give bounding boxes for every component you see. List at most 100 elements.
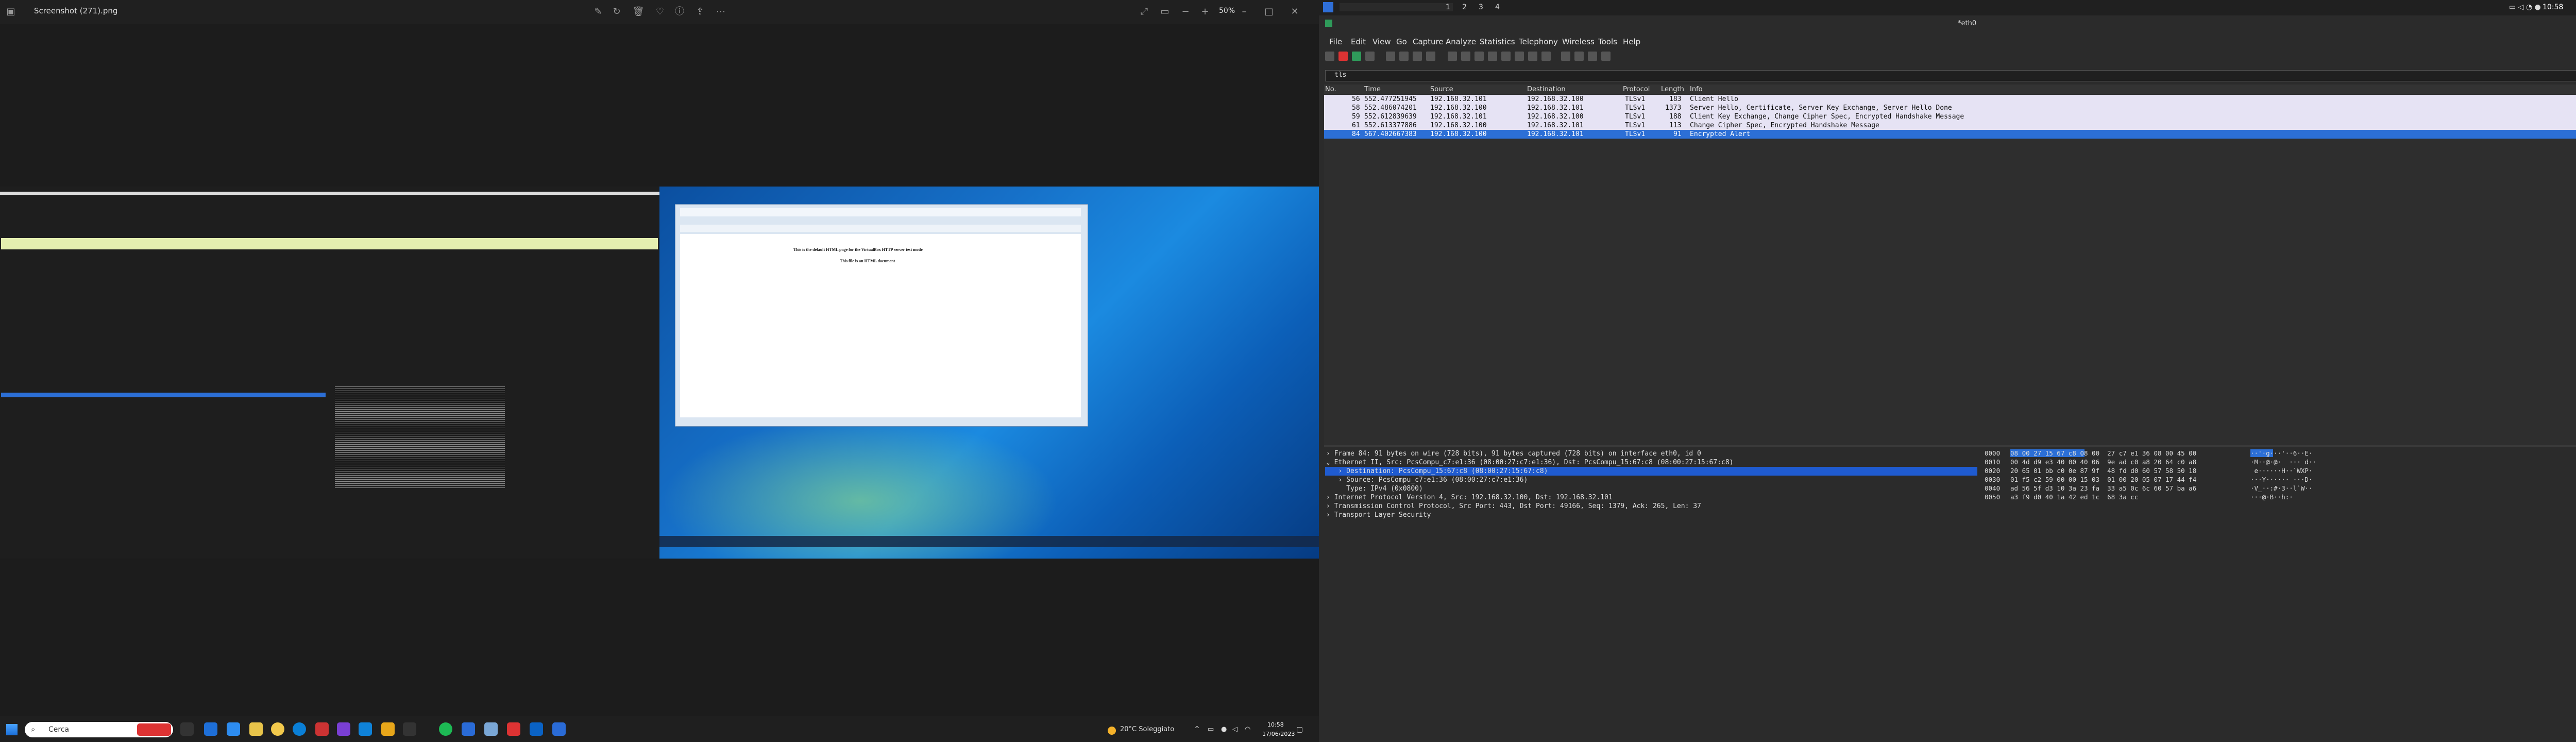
edge-icon[interactable] [293, 722, 306, 736]
col-length[interactable]: Length [1661, 86, 1684, 93]
display-filter-input[interactable] [1325, 70, 2576, 81]
go-first-icon[interactable] [1501, 52, 1511, 61]
pane-splitter[interactable] [1324, 445, 2576, 447]
col-time[interactable]: Time [1364, 86, 1381, 93]
save-file-icon[interactable] [1399, 52, 1409, 61]
notifications-icon[interactable]: ▢ [1296, 726, 1303, 734]
normal-size-icon[interactable] [1588, 52, 1597, 61]
menu-statistics[interactable]: Statistics [1480, 37, 1515, 46]
mic-icon[interactable]: ● [1221, 726, 1227, 733]
workspace-4[interactable]: 4 [1495, 3, 1500, 11]
packet-row[interactable]: 56 552.477251945 192.168.32.101 192.168.… [1324, 95, 2576, 104]
menu-capture[interactable]: Capture [1413, 37, 1444, 46]
menu-help[interactable]: Help [1623, 37, 1640, 46]
go-to-packet-icon[interactable] [1488, 52, 1497, 61]
os-clock[interactable]: 10:58 [2543, 3, 2563, 11]
tray-chevron-icon[interactable]: ^ [1194, 726, 1200, 733]
packet-row[interactable]: 59 552.612839639 192.168.32.101 192.168.… [1324, 112, 2576, 121]
open-file-icon[interactable] [1386, 52, 1395, 61]
detail-ipv4[interactable]: › Internet Protocol Version 4, Src: 192.… [1325, 493, 1977, 502]
delete-icon[interactable]: 🗑 [632, 5, 645, 19]
hex-bytes[interactable]: 20 65 01 bb c0 0e 87 9f 48 fd d0 60 57 5… [2010, 467, 2196, 475]
favorite-icon[interactable]: ♡ [653, 5, 667, 19]
explorer-icon[interactable] [249, 722, 263, 736]
chrome-icon[interactable] [271, 722, 284, 736]
menu-analyze[interactable]: Analyze [1446, 37, 1476, 46]
vscode-icon[interactable] [530, 722, 543, 736]
app-icon-5[interactable] [381, 722, 395, 736]
fit-icon[interactable]: ▭ [1158, 5, 1172, 19]
start-icon[interactable] [6, 724, 18, 735]
capture-options-icon[interactable] [1365, 52, 1375, 61]
go-last-icon[interactable] [1515, 52, 1524, 61]
find-packet-icon[interactable] [1448, 52, 1457, 61]
share-icon[interactable]: ⇪ [693, 5, 707, 19]
go-forward-icon[interactable] [1475, 52, 1484, 61]
minimize-icon[interactable]: – [1238, 5, 1251, 19]
kali-menu-icon[interactable] [1323, 2, 1333, 12]
hex-bytes[interactable]: a3 f9 d0 40 1a 42 ed 1c 68 3a cc [2010, 493, 2138, 501]
hex-ascii[interactable]: ·M··@·@· ··· d·· [2250, 458, 2316, 466]
col-no[interactable]: No. [1325, 86, 1336, 93]
network-icon[interactable]: ▭ [1208, 726, 1214, 733]
app-icon-2[interactable] [227, 722, 240, 736]
rotate-icon[interactable]: ↻ [610, 5, 623, 19]
opera-icon[interactable] [315, 722, 329, 736]
zoom-level[interactable]: 50% [1219, 7, 1235, 15]
colorize-icon[interactable] [1541, 52, 1551, 61]
workspace-2[interactable]: 2 [1462, 3, 1467, 11]
hex-ascii[interactable]: ·V_··:#·3··l`W·· [2250, 484, 2312, 492]
hex-ascii[interactable]: ···@·B··h:· [2250, 493, 2293, 501]
zoom-out-icon[interactable] [1574, 52, 1584, 61]
menu-file[interactable]: File [1329, 37, 1342, 46]
restart-capture-icon[interactable] [1352, 52, 1361, 61]
menu-view[interactable]: View [1372, 37, 1391, 46]
col-source[interactable]: Source [1430, 86, 1453, 93]
menu-telephony[interactable]: Telephony [1519, 37, 1558, 46]
app-icon-9[interactable] [507, 722, 520, 736]
detail-frame[interactable]: › Frame 84: 91 bytes on wire (728 bits),… [1325, 449, 1977, 458]
edit-icon[interactable]: ✎ [591, 5, 605, 19]
packet-row-selected[interactable]: 84 567.402667383 192.168.32.100 192.168.… [1324, 130, 2576, 139]
detail-destination-selected[interactable]: › Destination: PcsCompu_15:67:c8 (08:00:… [1325, 467, 1977, 476]
task-view-icon[interactable] [180, 722, 194, 736]
spotify-icon[interactable] [439, 722, 452, 736]
wifi-icon[interactable]: ◠ [1245, 726, 1250, 733]
app-icon-10[interactable] [552, 722, 566, 736]
app-icon-3[interactable] [337, 722, 350, 736]
detail-source[interactable]: › Source: PcsCompu_c7:e1:36 (08:00:27:c7… [1325, 476, 1977, 484]
weather-text[interactable]: 20°C Soleggiato [1120, 726, 1174, 733]
close-file-icon[interactable] [1413, 52, 1422, 61]
workspace-3[interactable]: 3 [1479, 3, 1483, 11]
zoom-in-icon[interactable] [1561, 52, 1570, 61]
info-icon[interactable]: ⓘ [673, 5, 686, 19]
packet-row[interactable]: 61 552.613377886 192.168.32.100 192.168.… [1324, 121, 2576, 130]
menu-tools[interactable]: Tools [1598, 37, 1617, 46]
zoom-out-icon[interactable]: − [1179, 5, 1192, 19]
col-protocol[interactable]: Protocol [1623, 86, 1650, 93]
zoom-in-icon[interactable]: + [1198, 5, 1212, 19]
volume-icon[interactable]: ◁ [1232, 726, 1238, 733]
app-icon-4[interactable] [359, 722, 372, 736]
taskbar-date[interactable]: 17/06/2023 [1262, 731, 1295, 737]
app-icon-7[interactable] [462, 722, 475, 736]
hex-ascii[interactable]: ··'·g···'··6··E· [2250, 449, 2312, 457]
hex-bytes[interactable]: ad 56 5f d3 10 3a 23 fa 33 a5 0c 6c 60 5… [2010, 484, 2196, 492]
taskbar-time[interactable]: 10:58 [1267, 721, 1284, 728]
go-back-icon[interactable] [1461, 52, 1470, 61]
hex-ascii[interactable]: e······H··`WXP· [2250, 467, 2313, 475]
reload-icon[interactable] [1426, 52, 1435, 61]
stop-capture-icon[interactable] [1338, 52, 1348, 61]
packet-row[interactable]: 58 552.486074201 192.168.32.100 192.168.… [1324, 104, 2576, 112]
col-info[interactable]: Info [1690, 86, 1703, 93]
detail-tls[interactable]: › Transport Layer Security [1325, 511, 1977, 519]
app-icon-1[interactable] [204, 722, 217, 736]
hex-bytes[interactable]: 08 00 27 15 67 c8 08 00 27 c7 e1 36 08 0… [2010, 449, 2196, 457]
detail-tcp[interactable]: › Transmission Control Protocol, Src Por… [1325, 502, 1977, 511]
hex-bytes[interactable]: 01 f5 c2 59 00 00 15 03 01 00 20 05 07 1… [2010, 476, 2196, 483]
menu-edit[interactable]: Edit [1351, 37, 1366, 46]
close-icon[interactable]: ✕ [1288, 5, 1301, 19]
hex-ascii[interactable]: ···Y······ ···D· [2250, 476, 2312, 483]
menu-wireless[interactable]: Wireless [1562, 37, 1595, 46]
detail-ethernet[interactable]: ⌄ Ethernet II, Src: PcsCompu_c7:e1:36 (0… [1325, 458, 1977, 467]
